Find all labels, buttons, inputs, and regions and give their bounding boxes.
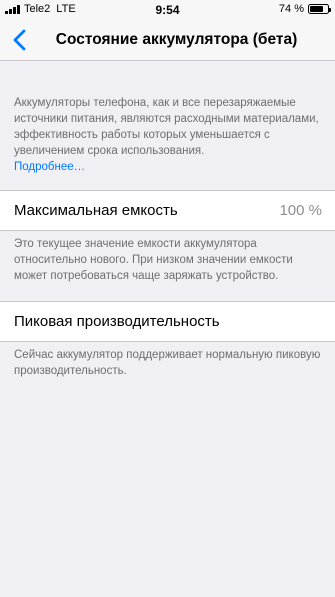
intro-text: Аккумуляторы телефона, как и все перезар… <box>14 97 319 157</box>
page-title: Состояние аккумулятора (бета) <box>55 31 298 48</box>
status-right: 74 % <box>278 3 331 15</box>
intro-footnote: Аккумуляторы телефона, как и все перезар… <box>14 95 323 175</box>
max-capacity-cell: Максимальная емкость 100 % <box>0 190 335 231</box>
max-capacity-footnote: Это текущее значение емкости аккумулятор… <box>14 238 293 282</box>
battery-percent: 74 % <box>278 3 304 15</box>
status-bar: Tele2 LTE 9:54 74 % <box>0 0 335 20</box>
peak-performance-footnote: Сейчас аккумулятор поддерживает нормальн… <box>14 349 321 377</box>
battery-level-fill <box>310 6 323 12</box>
max-capacity-label: Максимальная емкость <box>14 202 178 219</box>
battery-icon <box>308 4 331 14</box>
navigation-bar: Состояние аккумулятора (бета) <box>0 20 335 61</box>
learn-more-link[interactable]: Подробнее… <box>14 161 85 173</box>
peak-performance-label: Пиковая производительность <box>14 313 220 330</box>
max-capacity-value: 100 % <box>279 202 322 219</box>
peak-performance-cell: Пиковая производительность <box>0 301 335 342</box>
